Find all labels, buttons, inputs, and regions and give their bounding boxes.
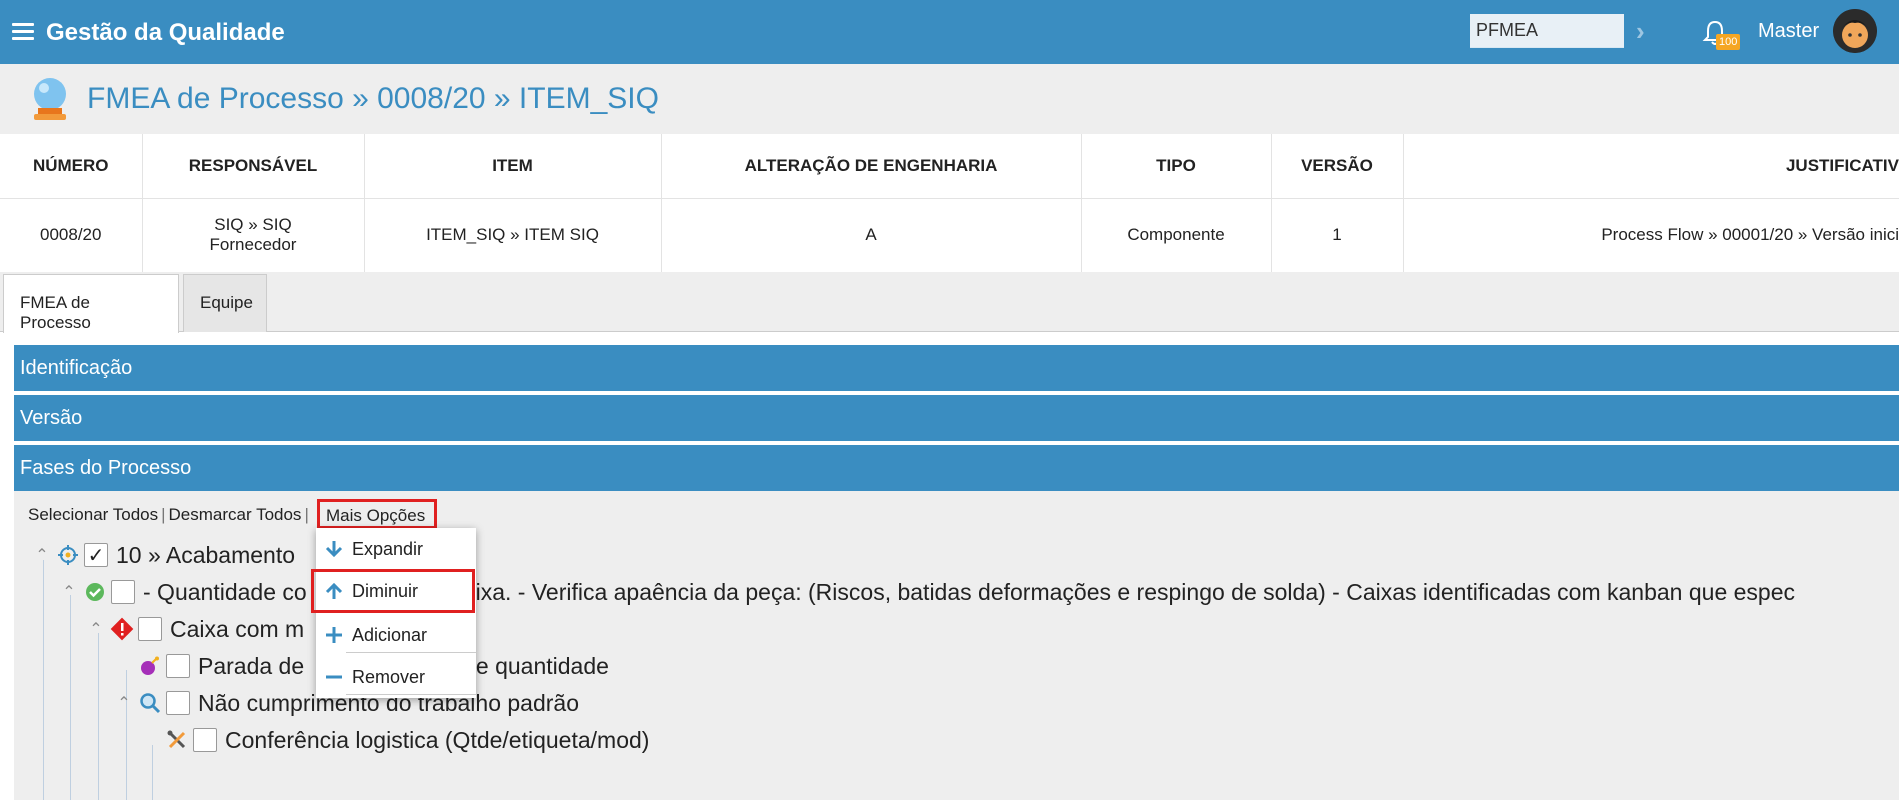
- cell-alteracao: A: [661, 198, 1082, 272]
- menu-item-adicionar[interactable]: Adicionar: [316, 614, 476, 656]
- cell-item: ITEM_SIQ » ITEM SIQ: [364, 198, 662, 272]
- page-title: FMEA de Processo » 0008/20 » ITEM_SIQ: [87, 82, 659, 115]
- check-circle-icon: [83, 580, 107, 604]
- menu-item-label: Diminuir: [352, 580, 419, 601]
- menu-item-label: Remover: [352, 666, 426, 687]
- cell-numero: 0008/20: [0, 198, 143, 272]
- top-bar: Gestão da Qualidade › 100 Master: [0, 0, 1899, 64]
- node-checkbox[interactable]: ✓: [84, 543, 108, 567]
- node-label: Conferência logistica (Qtde/etiqueta/mod…: [225, 726, 650, 753]
- avatar[interactable]: [1833, 9, 1877, 53]
- section-fases-processo[interactable]: Fases do Processo: [14, 445, 1899, 491]
- app-title: Gestão da Qualidade: [46, 19, 285, 46]
- crystal-ball-icon: [34, 78, 66, 120]
- tree-line: [98, 633, 99, 800]
- more-options-menu: Expandir Diminuir Adicionar Remover: [311, 528, 476, 698]
- node-checkbox[interactable]: [166, 691, 190, 715]
- table-row: 0008/20 SIQ » SIQ Fornecedor ITEM_SIQ » …: [0, 198, 1899, 272]
- node-checkbox[interactable]: [138, 617, 162, 641]
- header-tipo: TIPO: [1081, 134, 1272, 199]
- node-checkbox[interactable]: [166, 654, 190, 678]
- cell-responsavel: SIQ » SIQ Fornecedor: [142, 198, 365, 272]
- tree-line: [43, 560, 44, 800]
- arrow-down-icon: [316, 537, 352, 561]
- node-checkbox[interactable]: [111, 580, 135, 604]
- target-icon: [56, 543, 80, 567]
- user-name[interactable]: Master: [1758, 20, 1819, 43]
- header-versao: VERSÃO: [1271, 134, 1404, 199]
- chevron-up-icon[interactable]: ⌃: [59, 582, 79, 602]
- header-item: ITEM: [364, 134, 662, 199]
- tab-equipe[interactable]: Equipe: [183, 274, 267, 332]
- node-label-continued: por caixa. - Verifica apaência da peça: …: [411, 578, 1795, 605]
- more-options-link[interactable]: Mais Opções: [317, 499, 437, 529]
- section-versao[interactable]: Versão: [14, 395, 1899, 441]
- magnifier-icon: [138, 691, 162, 715]
- menu-item-diminuir[interactable]: Diminuir: [311, 569, 475, 613]
- cell-versao: 1: [1271, 198, 1404, 272]
- table-header-row: NÚMERO RESPONSÁVEL ITEM ALTERAÇÃO DE ENG…: [0, 134, 1899, 199]
- menu-item-remover[interactable]: Remover: [316, 656, 476, 698]
- chevron-up-icon[interactable]: ⌃: [32, 545, 52, 565]
- tree-node[interactable]: ⌃ ✓ 10 » Acabamento: [32, 537, 295, 573]
- node-label: 10 » Acabamento: [116, 541, 296, 568]
- chevron-up-icon[interactable]: ⌃: [114, 693, 134, 713]
- tools-icon: [165, 728, 189, 752]
- deselect-all-link[interactable]: Desmarcar Todos: [169, 505, 302, 524]
- menu-item-label: Adicionar: [352, 624, 428, 645]
- arrow-up-icon: [316, 579, 352, 603]
- section-identificacao[interactable]: Identificação: [14, 345, 1899, 391]
- process-tree: ⌃ ✓ 10 » Acabamento ⌃ - Quantidade co po…: [0, 530, 1899, 800]
- warning-icon: [110, 617, 134, 641]
- header-numero: NÚMERO: [0, 134, 143, 199]
- header-alteracao: ALTERAÇÃO DE ENGENHARIA: [661, 134, 1082, 199]
- bomb-icon: [138, 654, 162, 678]
- menu-item-label: Expandir: [352, 538, 424, 559]
- separator: |: [304, 505, 309, 524]
- chevron-right-icon[interactable]: ›: [1636, 16, 1645, 47]
- cell-justificativa: Process Flow » 00001/20 » Versão inici: [1601, 225, 1899, 245]
- node-label: Parada de: [198, 652, 305, 679]
- tab-fmea-processo[interactable]: FMEA de Processo: [3, 274, 179, 333]
- separator: |: [161, 505, 166, 524]
- search-input[interactable]: [1470, 14, 1624, 48]
- menu-item-expandir[interactable]: Expandir: [316, 528, 476, 570]
- header-responsavel: RESPONSÁVEL: [142, 134, 365, 199]
- tabs-bar: FMEA de Processo Equipe: [0, 272, 1899, 333]
- tree-node[interactable]: Conferência logistica (Qtde/etiqueta/mod…: [141, 722, 649, 758]
- chevron-up-icon[interactable]: ⌃: [86, 619, 106, 639]
- tree-options: Selecionar Todos | Desmarcar Todos |: [28, 505, 312, 525]
- minus-icon: [316, 665, 352, 689]
- menu-divider: [346, 652, 476, 653]
- menu-icon[interactable]: [12, 23, 34, 41]
- node-checkbox[interactable]: [193, 728, 217, 752]
- select-all-link[interactable]: Selecionar Todos: [28, 505, 158, 524]
- header-justificativa: JUSTIFICATIV: [1403, 134, 1899, 199]
- fmea-info-table: NÚMERO RESPONSÁVEL ITEM ALTERAÇÃO DE ENG…: [0, 134, 1899, 272]
- plus-icon: [316, 623, 352, 647]
- node-label: Caixa com m: [170, 615, 305, 642]
- cell-tipo: Componente: [1081, 198, 1272, 272]
- page-header: FMEA de Processo » 0008/20 » ITEM_SIQ: [0, 64, 1899, 134]
- tree-line: [70, 595, 71, 800]
- menu-divider: [346, 694, 476, 695]
- notification-badge: 100: [1716, 34, 1741, 50]
- node-label: - Quantidade co: [143, 578, 307, 605]
